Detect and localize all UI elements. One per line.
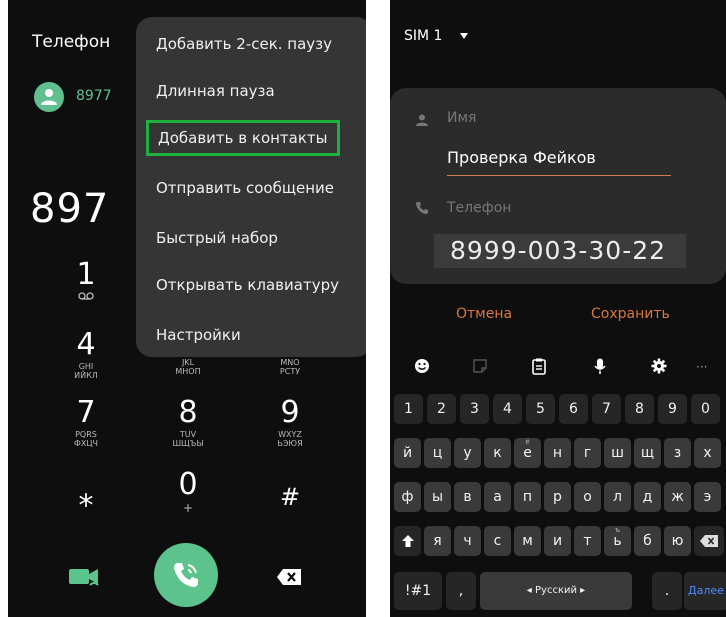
gear-icon[interactable] xyxy=(651,358,667,378)
phone-label: Телефон xyxy=(447,200,512,216)
key-э[interactable]: э xyxy=(694,482,721,512)
key-б[interactable]: б xyxy=(634,526,661,556)
key-к[interactable]: к xyxy=(484,438,511,468)
key-т[interactable]: т xyxy=(574,526,601,556)
menu-settings[interactable]: Настройки xyxy=(156,326,241,344)
key-ц[interactable]: ц xyxy=(424,438,451,468)
key-2[interactable]: 2 xyxy=(427,394,456,424)
key-1[interactable]: 1 xyxy=(41,258,131,302)
key-7[interactable]: 7 PQRS ФХЦЧ xyxy=(41,396,131,449)
phone-input[interactable]: 8999-003-30-22 xyxy=(450,236,666,265)
next-key[interactable]: Далее xyxy=(684,572,726,610)
person-icon xyxy=(416,112,428,131)
key-5[interactable]: 5 xyxy=(526,394,555,424)
add-contact-screen: SIM 1 Имя Проверка Фейков Телефон 8999-0… xyxy=(390,0,726,617)
key-star[interactable]: ⁎ xyxy=(41,480,131,514)
phone-icon xyxy=(415,200,429,219)
key-ж[interactable]: ж xyxy=(664,482,691,512)
key-9[interactable]: 9 xyxy=(658,394,687,424)
key-л[interactable]: л xyxy=(604,482,631,512)
menu-send-message[interactable]: Отправить сообщение xyxy=(156,179,334,197)
backspace-key[interactable] xyxy=(694,526,724,556)
key-о[interactable]: о xyxy=(574,482,601,512)
menu-add-to-contacts[interactable]: Добавить в контакты xyxy=(146,120,340,156)
sim-selector[interactable]: SIM 1 xyxy=(404,28,442,44)
symbols-key[interactable]: !#1 xyxy=(394,572,442,610)
key-м[interactable]: м xyxy=(514,526,541,556)
shift-key[interactable] xyxy=(394,526,421,556)
contact-avatar-icon[interactable] xyxy=(34,82,64,112)
key-0[interactable]: 0 + xyxy=(143,468,233,515)
key-ю[interactable]: ю xyxy=(664,526,691,556)
backspace-icon[interactable] xyxy=(276,568,302,590)
key-у[interactable]: у xyxy=(454,438,481,468)
options-menu: Добавить 2-сек. паузу Длинная пауза Доба… xyxy=(136,17,366,357)
menu-speed-dial[interactable]: Быстрый набор xyxy=(156,229,278,247)
key-а[interactable]: а xyxy=(484,482,511,512)
name-input[interactable]: Проверка Фейков xyxy=(447,148,596,167)
comma-key[interactable]: , xyxy=(446,572,476,610)
key-6[interactable]: 6 xyxy=(559,394,588,424)
key-и[interactable]: и xyxy=(544,526,571,556)
key-п[interactable]: п xyxy=(514,482,541,512)
space-key[interactable]: ◂ Русский ▸ xyxy=(480,572,632,610)
dialed-number: 897 xyxy=(30,186,110,232)
key-з[interactable]: з xyxy=(664,438,691,468)
menu-open-keypad[interactable]: Открывать клавиатуру xyxy=(156,276,339,294)
key-й[interactable]: й xyxy=(394,438,421,468)
key-х[interactable]: х xyxy=(694,438,721,468)
key-8[interactable]: 8 xyxy=(625,394,654,424)
phone-icon xyxy=(174,563,198,587)
emoji-icon[interactable] xyxy=(414,358,430,378)
key-5[interactable]: JKL МНОП xyxy=(143,358,233,376)
key-в[interactable]: в xyxy=(454,482,481,512)
menu-add-2s-pause[interactable]: Добавить 2-сек. паузу xyxy=(156,35,332,53)
key-р[interactable]: р xyxy=(544,482,571,512)
key-д[interactable]: д xyxy=(634,482,661,512)
call-button[interactable] xyxy=(154,543,218,607)
key-ч[interactable]: ч xyxy=(454,526,481,556)
name-label: Имя xyxy=(447,110,477,126)
recent-call-number[interactable]: 8977 xyxy=(76,88,112,104)
key-3[interactable]: 3 xyxy=(460,394,489,424)
dialer-screen: Телефон 8977 897 1 4 GHI ИЙКЛ JKL МНОП M… xyxy=(8,0,366,617)
menu-long-pause[interactable]: Длинная пауза xyxy=(156,82,275,100)
key-н[interactable]: н xyxy=(544,438,571,468)
key-7[interactable]: 7 xyxy=(592,394,621,424)
name-underline xyxy=(447,175,671,176)
more-icon[interactable]: ··· xyxy=(696,360,707,374)
microphone-icon[interactable] xyxy=(594,358,606,379)
clipboard-icon[interactable] xyxy=(532,358,546,379)
period-key[interactable]: . xyxy=(652,572,682,610)
key-6[interactable]: MNO РСТУ xyxy=(245,358,335,376)
cancel-button[interactable]: Отмена xyxy=(456,306,512,322)
key-я[interactable]: я xyxy=(424,526,451,556)
key-с[interactable]: с xyxy=(484,526,511,556)
chevron-down-icon[interactable] xyxy=(460,33,468,39)
video-call-icon[interactable] xyxy=(68,566,100,592)
key-0[interactable]: 0 xyxy=(691,394,720,424)
key-е[interactable]: её xyxy=(514,438,541,468)
key-1[interactable]: 1 xyxy=(394,394,423,424)
sticker-icon[interactable] xyxy=(472,358,488,378)
key-щ[interactable]: щ xyxy=(634,438,661,468)
key-8[interactable]: 8 TUV ШЩЪЫ xyxy=(143,396,233,449)
backspace-icon xyxy=(700,535,718,547)
key-г[interactable]: г xyxy=(574,438,601,468)
voicemail-icon xyxy=(41,292,131,302)
key-hash[interactable]: # xyxy=(245,480,335,514)
key-ь[interactable]: ьъ xyxy=(604,526,631,556)
key-ы[interactable]: ы xyxy=(424,482,451,512)
key-ф[interactable]: ф xyxy=(394,482,421,512)
key-ш[interactable]: ш xyxy=(604,438,631,468)
app-title: Телефон xyxy=(32,32,111,52)
shift-icon xyxy=(401,535,414,547)
save-button[interactable]: Сохранить xyxy=(591,306,670,322)
key-4[interactable]: 4 GHI ИЙКЛ xyxy=(41,328,131,381)
key-9[interactable]: 9 WXYZ ЬЭЮЯ xyxy=(245,396,335,449)
key-4[interactable]: 4 xyxy=(493,394,522,424)
